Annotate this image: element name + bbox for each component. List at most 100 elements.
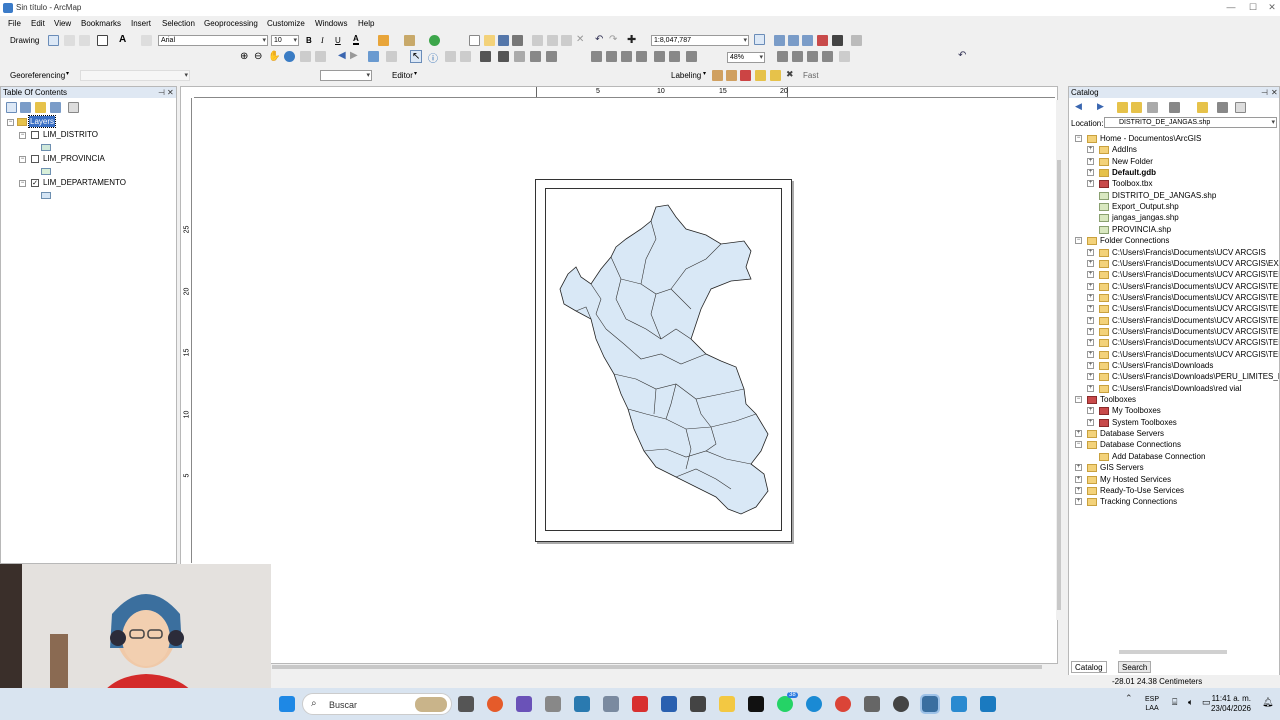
label-manager-icon[interactable] xyxy=(712,70,723,81)
find-icon[interactable] xyxy=(445,51,456,62)
measure-icon[interactable] xyxy=(480,51,491,62)
catalog-item[interactable]: − Home - Documentos\ArcGIS xyxy=(1069,133,1279,144)
lock-labels-icon[interactable] xyxy=(755,70,766,81)
pause-labeling-icon[interactable] xyxy=(770,70,781,81)
layout-zoom-out-icon[interactable] xyxy=(606,51,617,62)
up-one-level-icon[interactable] xyxy=(1117,102,1128,113)
catalog-expander-icon[interactable]: − xyxy=(1075,135,1082,142)
time-slider-icon[interactable] xyxy=(530,51,541,62)
catalog-item[interactable]: + C:\Users\Francis\Documents\UCV ARCGIS\T… xyxy=(1069,337,1279,348)
scrollbar-thumb[interactable] xyxy=(1057,160,1061,610)
chrome-icon[interactable] xyxy=(835,696,851,712)
line-color-icon[interactable] xyxy=(404,35,415,46)
catalog-options-icon[interactable] xyxy=(1217,102,1228,113)
fixed-zoom-in-icon[interactable] xyxy=(300,51,311,62)
save-icon[interactable] xyxy=(498,35,509,46)
italic-button[interactable]: I xyxy=(321,36,324,45)
catalog-expander-icon[interactable]: + xyxy=(1087,293,1094,301)
pin-icon[interactable]: ⊣ xyxy=(158,87,165,98)
arctoolbox-icon[interactable] xyxy=(817,35,828,46)
catalog-expander-icon[interactable]: + xyxy=(1087,339,1094,347)
catalog-expander-icon[interactable]: + xyxy=(1087,327,1094,335)
app-5-icon[interactable] xyxy=(980,696,996,712)
lim-departamento-symbol[interactable] xyxy=(41,192,51,199)
add-data-icon[interactable]: ✚ xyxy=(627,33,636,46)
toggle-draft-mode-icon[interactable] xyxy=(777,51,788,62)
layout-pan-icon[interactable] xyxy=(621,51,632,62)
volume-icon[interactable]: 🔈︎ xyxy=(1188,697,1193,708)
catalog-item[interactable]: + C:\Users\Francis\Documents\UCV ARCGIS\T… xyxy=(1069,326,1279,337)
catalog-item[interactable]: − Database Connections xyxy=(1069,439,1279,450)
layout-page[interactable] xyxy=(535,179,792,542)
paste-icon[interactable] xyxy=(561,35,572,46)
hyperlink-icon[interactable] xyxy=(498,51,509,62)
catalog-window-icon[interactable] xyxy=(788,35,799,46)
labeling-dropdown-icon[interactable]: ▾ xyxy=(703,70,706,77)
new-text-icon[interactable]: A xyxy=(119,34,126,45)
catalog-item[interactable]: + C:\Users\Francis\Downloads\red vial xyxy=(1069,383,1279,394)
modelbuilder-icon[interactable] xyxy=(851,35,862,46)
catalog-item[interactable]: + C:\Users\Francis\Downloads\PERU_LIMITES… xyxy=(1069,371,1279,382)
labeling-quality-select[interactable]: Fast xyxy=(803,71,819,80)
back-extent-icon[interactable]: ◀ xyxy=(338,50,346,61)
lim-departamento-expander[interactable]: − xyxy=(19,180,26,187)
lim-provincia-checkbox[interactable] xyxy=(31,155,39,163)
catalog-item[interactable]: + AddIns xyxy=(1069,144,1279,155)
catalog-expander-icon[interactable]: + xyxy=(1075,486,1082,494)
edge-icon[interactable] xyxy=(806,696,822,712)
catalog-item[interactable]: + New Folder xyxy=(1069,156,1279,167)
pdf-icon[interactable] xyxy=(632,696,648,712)
toggle-contents-icon[interactable] xyxy=(1197,102,1208,113)
underline-button[interactable]: U xyxy=(335,36,341,45)
firefox-icon[interactable] xyxy=(487,696,503,712)
catalog-expander-icon[interactable]: + xyxy=(1087,157,1094,165)
lim-distrito-expander[interactable]: − xyxy=(19,132,26,139)
catalog-expander-icon[interactable]: + xyxy=(1087,180,1094,188)
catalog-forward-icon[interactable]: ▶ xyxy=(1097,101,1104,112)
tiktok-icon[interactable] xyxy=(748,696,764,712)
catalog-expander-icon[interactable]: + xyxy=(1087,362,1094,369)
layout-tool-icon[interactable] xyxy=(839,51,850,62)
search-tab[interactable]: Search xyxy=(1118,661,1152,673)
toc-window-icon[interactable] xyxy=(774,35,785,46)
catalog-expander-icon[interactable]: + xyxy=(1075,498,1082,506)
menu-file[interactable]: File xyxy=(8,19,21,28)
catalog-expander-icon[interactable]: + xyxy=(1075,475,1082,483)
catalog-close-icon[interactable]: ✕ xyxy=(1271,87,1278,98)
menu-selection[interactable]: Selection xyxy=(162,19,195,28)
close-button[interactable]: ✕ xyxy=(1262,2,1280,13)
clear-selection-icon[interactable] xyxy=(386,51,397,62)
catalog-h-scrollbar[interactable] xyxy=(1119,650,1227,654)
layers-root-label[interactable]: Layers xyxy=(27,115,57,128)
maximize-button[interactable]: ☐ xyxy=(1243,2,1263,13)
delete-icon[interactable]: ✕ xyxy=(576,34,584,45)
app-3-icon[interactable] xyxy=(864,696,880,712)
catalog-item[interactable]: + My Hosted Services xyxy=(1069,474,1279,485)
zoom-in-icon[interactable]: ⊕ xyxy=(240,51,248,62)
georeferencing-layer-select[interactable] xyxy=(80,70,190,81)
lim-distrito-layer[interactable]: LIM_DISTRITO xyxy=(43,129,98,140)
georeferencing-menu[interactable]: Georeferencing xyxy=(10,71,65,80)
font-name-select[interactable]: Arial xyxy=(158,35,268,46)
app-icon[interactable] xyxy=(603,696,619,712)
menu-insert[interactable]: Insert xyxy=(131,19,151,28)
file-explorer-icon[interactable] xyxy=(719,696,735,712)
minimize-button[interactable]: — xyxy=(1221,2,1241,12)
focus-data-frame-icon[interactable] xyxy=(792,51,803,62)
label-priority-icon[interactable] xyxy=(726,70,737,81)
catalog-expander-icon[interactable]: + xyxy=(1087,407,1094,415)
lim-departamento-layer[interactable]: LIM_DEPARTAMENTO xyxy=(43,177,126,188)
store-icon[interactable] xyxy=(545,696,561,712)
windows-start-icon[interactable] xyxy=(279,696,295,712)
layout-zoom-in-icon[interactable] xyxy=(591,51,602,62)
undo-2-icon[interactable]: ↶ xyxy=(958,50,966,61)
catalog-expander-icon[interactable]: + xyxy=(1087,316,1094,324)
catalog-expander-icon[interactable]: + xyxy=(1087,282,1094,290)
full-extent-icon[interactable] xyxy=(284,51,295,62)
callout-icon[interactable] xyxy=(141,35,152,46)
catalog-item[interactable]: + C:\Users\Francis\Documents\UCV ARCGIS\T… xyxy=(1069,349,1279,360)
rectangle-icon[interactable] xyxy=(97,35,108,46)
catalog-item[interactable]: + C:\Users\Francis\Documents\UCV ARCGIS xyxy=(1069,247,1279,258)
catalog-item[interactable]: + Toolbox.tbx xyxy=(1069,178,1279,189)
editor-toolbar-icon[interactable] xyxy=(754,34,765,45)
